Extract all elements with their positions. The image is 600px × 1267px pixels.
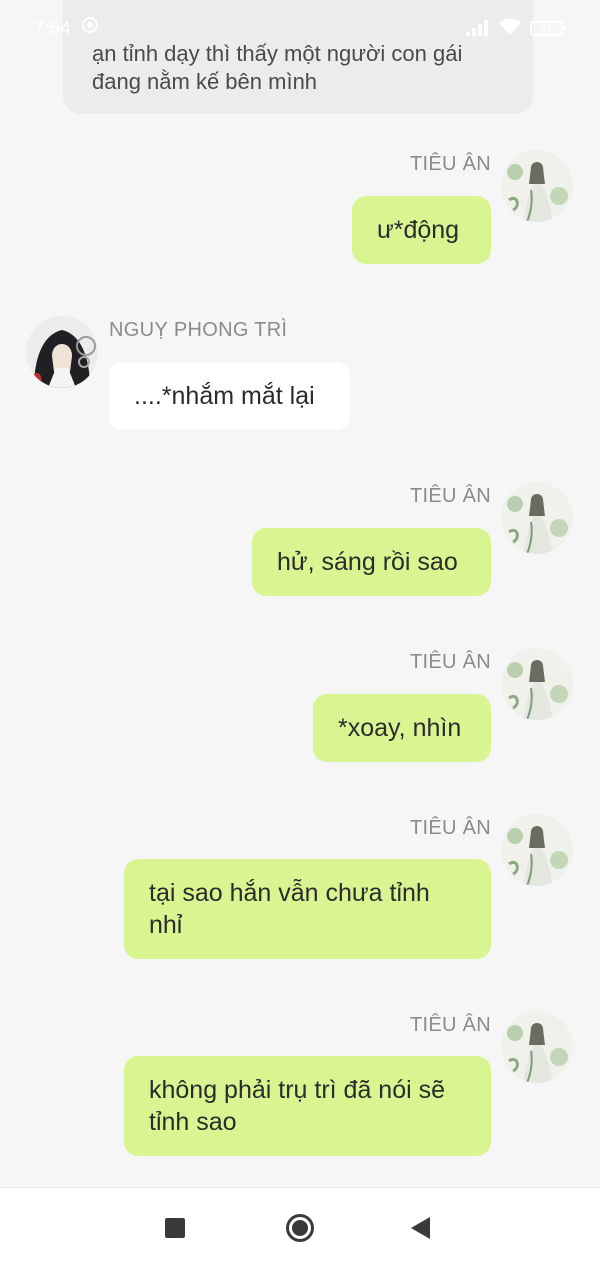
message-bubble[interactable]: hử, sáng rồi sao <box>252 528 491 596</box>
message-text: ....*nhắm mắt lại <box>134 382 315 410</box>
sender-name: NGUỴ PHONG TRÌ <box>109 319 288 341</box>
message-bubble[interactable]: không phải trụ trì đã nói sẽ tỉnh sao <box>124 1056 491 1156</box>
message-bubble[interactable]: ....*nhắm mắt lại <box>109 362 350 430</box>
signal-icon <box>466 20 490 36</box>
avatar-nguy-phong-tri[interactable] <box>26 316 98 388</box>
message-text-line: nhỉ <box>149 911 183 939</box>
navigation-bar <box>0 1187 600 1267</box>
avatar-tieu-an[interactable] <box>501 1011 573 1083</box>
sync-icon <box>82 17 98 33</box>
recent-apps-icon[interactable] <box>165 1218 185 1238</box>
message-text-line: tỉnh sao <box>149 1108 237 1136</box>
back-icon[interactable] <box>411 1217 430 1239</box>
message-bubble[interactable]: *xoay, nhìn <box>313 694 491 762</box>
avatar-tieu-an[interactable] <box>501 150 573 222</box>
sender-name: TIÊU ÂN <box>410 153 491 175</box>
message-text: hử, sáng rồi sao <box>277 548 458 576</box>
message-bubble[interactable]: tại sao hắn vẫn chưa tỉnh nhỉ <box>124 859 491 959</box>
sender-name: TIÊU ÂN <box>410 1014 491 1036</box>
message-bubble[interactable]: ư*động <box>352 196 491 264</box>
narration-line: đang nằm kế bên mình <box>92 69 318 94</box>
message-text-line: không phải trụ trì đã nói sẽ <box>149 1076 446 1104</box>
avatar-tieu-an[interactable] <box>501 482 573 554</box>
message-text-line: tại sao hắn vẫn chưa tỉnh <box>149 879 430 907</box>
battery-level: 31 <box>541 23 552 33</box>
message-text: *xoay, nhìn <box>338 714 462 742</box>
message-text: ư*động <box>377 216 460 244</box>
status-bar: 7:54 31 <box>0 0 600 58</box>
sender-name: TIÊU ÂN <box>410 651 491 673</box>
battery-icon: 31 <box>530 21 566 36</box>
wifi-icon <box>498 18 522 36</box>
sender-name: TIÊU ÂN <box>410 485 491 507</box>
avatar-tieu-an[interactable] <box>501 648 573 720</box>
sender-name: TIÊU ÂN <box>410 817 491 839</box>
chat-area[interactable]: ạn tỉnh dạy thì thấy một người con gái đ… <box>0 0 600 1187</box>
status-time: 7:54 <box>34 18 72 38</box>
avatar-tieu-an[interactable] <box>501 814 573 886</box>
home-icon[interactable] <box>286 1214 314 1242</box>
